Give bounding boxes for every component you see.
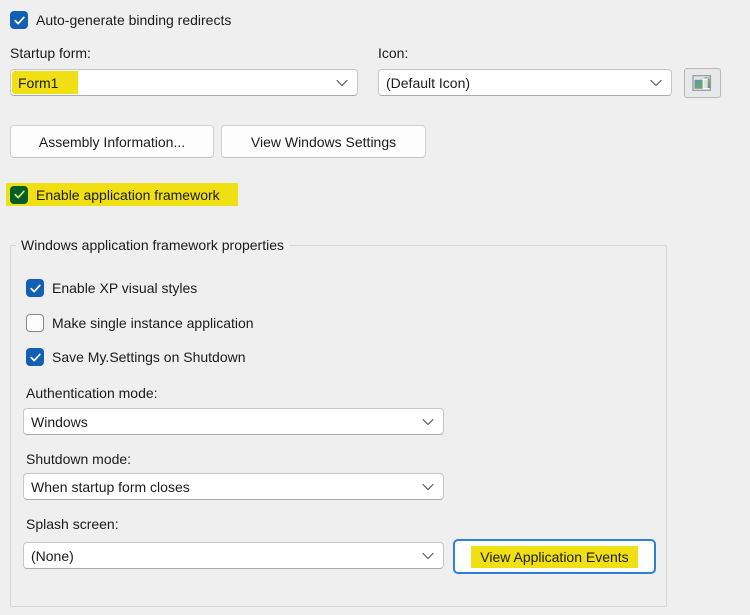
checkmark-icon xyxy=(14,16,25,25)
authentication-mode-combobox[interactable]: Windows xyxy=(23,408,444,435)
project-properties-pane: Auto-generate binding redirects Startup … xyxy=(0,0,750,615)
make-single-instance-row: Make single instance application xyxy=(26,314,254,332)
checkmark-icon xyxy=(14,190,25,199)
icon-label: Icon: xyxy=(378,45,408,61)
assembly-information-button[interactable]: Assembly Information... xyxy=(10,125,214,158)
checkmark-icon xyxy=(30,353,41,362)
checkbox-enable-application-framework[interactable] xyxy=(10,186,28,204)
checkmark-icon xyxy=(30,284,41,293)
groupbox-title: Windows application framework properties xyxy=(16,237,289,253)
shutdown-mode-combobox[interactable]: When startup form closes xyxy=(23,473,444,500)
splash-screen-combobox[interactable]: (None) xyxy=(23,542,444,569)
icon-preview-button[interactable] xyxy=(684,68,721,98)
save-my-settings-row: Save My.Settings on Shutdown xyxy=(26,348,246,366)
enable-xp-visual-styles-label: Enable XP visual styles xyxy=(52,280,197,296)
view-application-events-label: View Application Events xyxy=(471,546,637,568)
application-window-icon xyxy=(692,74,714,92)
startup-form-value: Form1 xyxy=(18,75,58,91)
splash-screen-value: (None) xyxy=(24,548,443,564)
auto-generate-binding-redirects-row: Auto-generate binding redirects xyxy=(10,11,231,29)
assembly-information-label: Assembly Information... xyxy=(39,134,185,150)
icon-combobox[interactable]: (Default Icon) xyxy=(378,69,672,96)
startup-form-highlight: Form1 xyxy=(12,71,78,94)
chevron-down-icon xyxy=(422,418,434,425)
make-single-instance-label: Make single instance application xyxy=(52,315,254,331)
chevron-down-icon xyxy=(336,79,348,86)
checkbox-make-single-instance[interactable] xyxy=(26,314,44,332)
splash-screen-label: Splash screen: xyxy=(26,516,119,532)
icon-value: (Default Icon) xyxy=(379,75,671,91)
startup-form-label: Startup form: xyxy=(10,45,91,61)
shutdown-mode-value: When startup form closes xyxy=(24,479,443,495)
authentication-mode-label: Authentication mode: xyxy=(26,385,158,401)
auto-generate-binding-redirects-label: Auto-generate binding redirects xyxy=(36,12,231,28)
enable-application-framework-row: Enable application framework xyxy=(6,183,238,206)
startup-form-combobox[interactable]: Form1 xyxy=(10,69,358,96)
enable-xp-visual-styles-row: Enable XP visual styles xyxy=(26,279,197,297)
checkbox-save-my-settings[interactable] xyxy=(26,348,44,366)
shutdown-mode-label: Shutdown mode: xyxy=(26,451,131,467)
view-application-events-button[interactable]: View Application Events xyxy=(453,539,656,574)
chevron-down-icon xyxy=(422,483,434,490)
view-windows-settings-label: View Windows Settings xyxy=(251,134,396,150)
save-my-settings-label: Save My.Settings on Shutdown xyxy=(52,349,246,365)
windows-application-framework-groupbox: Windows application framework properties… xyxy=(10,245,667,607)
chevron-down-icon xyxy=(422,552,434,559)
enable-application-framework-label: Enable application framework xyxy=(36,187,220,203)
checkbox-auto-generate-binding-redirects[interactable] xyxy=(10,11,28,29)
authentication-mode-value: Windows xyxy=(24,414,443,430)
view-windows-settings-button[interactable]: View Windows Settings xyxy=(221,125,426,158)
checkbox-enable-xp-visual-styles[interactable] xyxy=(26,279,44,297)
chevron-down-icon xyxy=(650,79,662,86)
